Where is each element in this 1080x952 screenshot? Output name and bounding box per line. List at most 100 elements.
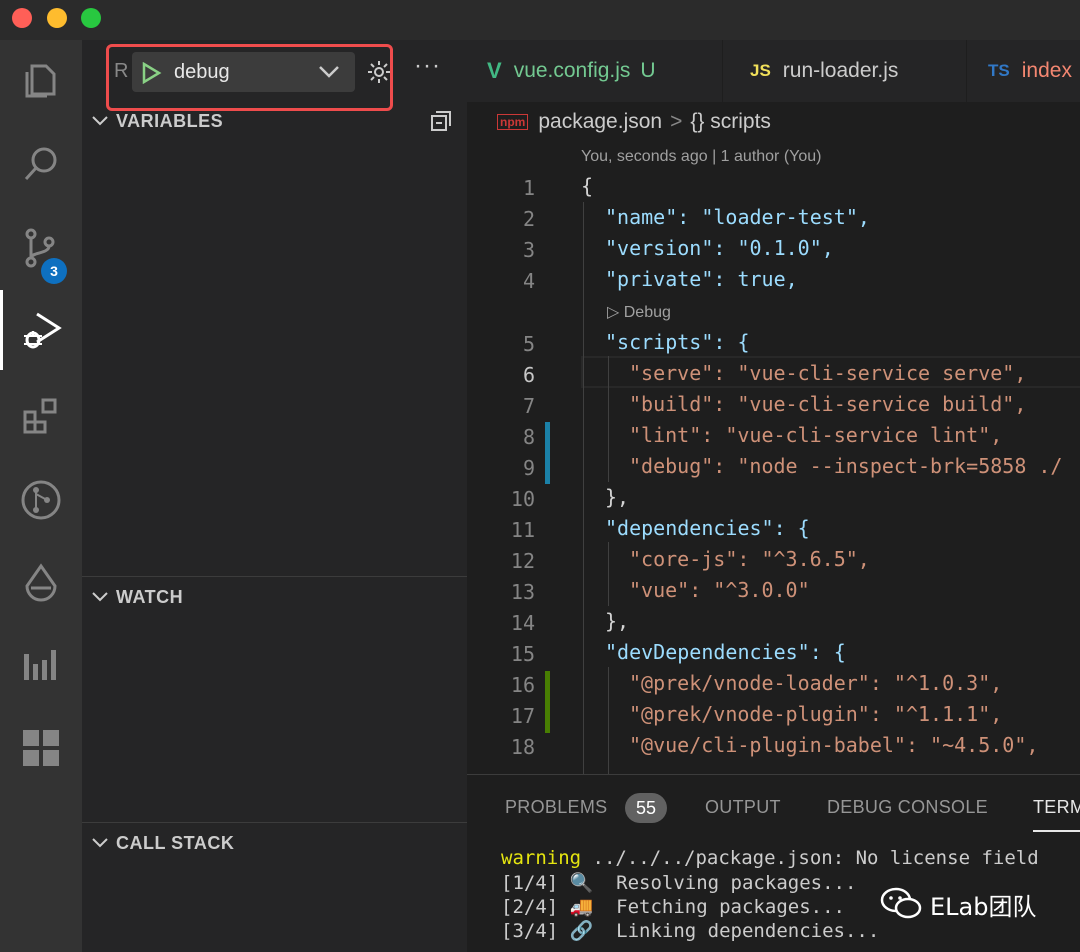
code-line: "name": "loader-test",: [605, 205, 870, 229]
gitlens-activity[interactable]: [0, 460, 82, 540]
watermark: ELab团队: [880, 880, 1060, 928]
tab-label: vue.config.js: [513, 59, 631, 82]
indent-guide: [608, 542, 609, 606]
source-control-activity[interactable]: 3: [0, 208, 82, 288]
added-gutter-marker: [545, 671, 550, 733]
tab-run-loader[interactable]: JS run-loader.js: [724, 40, 967, 102]
timeline-activity[interactable]: [0, 544, 82, 624]
tab-terminal[interactable]: TERMINAL: [1033, 797, 1080, 832]
highlight-annotation: [106, 44, 393, 111]
breadcrumb-separator: >: [670, 110, 683, 133]
js-file-icon: JS: [750, 61, 771, 80]
search-icon: [24, 147, 57, 181]
tab-problems[interactable]: PROBLEMS: [505, 797, 607, 818]
tab-index[interactable]: TS index: [968, 40, 1080, 102]
code-line: {: [581, 174, 594, 198]
bar-chart-icon: [24, 650, 56, 680]
vue-file-icon: V: [487, 58, 502, 83]
indent-guide: [583, 202, 584, 774]
breadcrumb-file[interactable]: package.json: [538, 110, 662, 134]
variables-title: VARIABLES: [116, 110, 224, 131]
run-debug-icon: [23, 312, 62, 349]
watch-section-header[interactable]: WATCH: [82, 580, 467, 614]
code-line: "serve": "vue-cli-service serve",: [629, 361, 1027, 385]
line-number: 18: [510, 735, 535, 759]
editor-tabs: V vue.config.js U JS run-loader.js TS in…: [467, 40, 1080, 102]
debug-codelens[interactable]: ▷ Debug: [607, 302, 671, 322]
line-number: 5: [522, 332, 535, 356]
breadcrumb: npm package.json > {} scripts: [467, 102, 1080, 142]
line-number: 16: [510, 673, 535, 697]
line-number: 12: [510, 549, 535, 573]
code-line: },: [605, 485, 630, 509]
modified-gutter-marker: [545, 422, 550, 484]
dashboard-activity[interactable]: [0, 708, 82, 788]
grid-icon: [23, 730, 59, 766]
line-number: 3: [522, 238, 535, 262]
code-line: "debug": "node --inspect-brk=5858 ./: [629, 454, 1063, 478]
chevron-down-icon: [92, 838, 108, 848]
line-number: 11: [510, 518, 535, 542]
collapse-all-icon[interactable]: [430, 110, 452, 132]
extensions-icon: [23, 398, 57, 434]
line-number: 17: [510, 704, 535, 728]
code-line: "devDependencies": {: [605, 640, 846, 664]
line-number: 9: [522, 456, 535, 480]
extensions-activity[interactable]: [0, 376, 82, 456]
code-line: "@vue/cli-plugin-babel": "~4.5.0",: [629, 733, 1039, 757]
section-divider: [82, 576, 467, 577]
indent-guide: [608, 356, 609, 482]
code-line: "dependencies": {: [605, 516, 810, 540]
line-number: 2: [522, 207, 535, 231]
search-activity[interactable]: [0, 124, 82, 204]
tab-vue-config[interactable]: V vue.config.js U: [467, 40, 723, 102]
code-line: "lint": "vue-cli-service lint",: [629, 423, 1003, 447]
watch-title: WATCH: [116, 586, 184, 607]
code-line: "version": "0.1.0",: [605, 236, 834, 260]
tab-output[interactable]: OUTPUT: [705, 797, 781, 818]
line-number: 15: [510, 642, 535, 666]
section-divider: [82, 822, 467, 823]
line-number: 7: [522, 394, 535, 418]
minimize-window-button[interactable]: [47, 8, 67, 28]
breadcrumb-symbol[interactable]: {} scripts: [690, 110, 771, 134]
git-blame-lens[interactable]: You, seconds ago | 1 author (You): [581, 148, 821, 166]
line-number: 10: [510, 487, 535, 511]
line-number: 6: [522, 363, 535, 387]
tab-debug-console[interactable]: DEBUG CONSOLE: [827, 797, 988, 818]
git-graph-icon: [21, 480, 61, 520]
npm-icon: npm: [497, 114, 529, 130]
explorer-activity[interactable]: [0, 40, 82, 120]
more-actions-button[interactable]: ···: [414, 52, 441, 80]
indent-guide: [608, 667, 609, 774]
code-line: "core-js": "^3.6.5",: [629, 547, 870, 571]
line-number: 4: [522, 269, 535, 293]
code-line: "@prek/vnode-plugin": "^1.1.1",: [629, 702, 1003, 726]
tab-label: run-loader.js: [782, 59, 899, 82]
code-line: "vue": "^3.0.0": [629, 578, 810, 602]
remote-explorer-icon: [25, 563, 57, 602]
files-icon: [25, 64, 56, 98]
wechat-icon: [880, 887, 922, 919]
tab-label: index: [1021, 59, 1072, 82]
code-line: "build": "vue-cli-service build",: [629, 392, 1027, 416]
terminal-line: [1/4] 🔍 Resolving packages...: [501, 872, 857, 894]
terminal-line: [2/4] 🚚 Fetching packages...: [501, 896, 845, 918]
activity-bar: 3: [0, 40, 82, 952]
terminal-line: [3/4] 🔗 Linking dependencies...: [501, 920, 880, 942]
code-line: },: [605, 609, 630, 633]
line-number: 8: [522, 425, 535, 449]
code-editor[interactable]: You, seconds ago | 1 author (You) 1 { 2 …: [467, 142, 1080, 774]
zoom-window-button[interactable]: [81, 8, 101, 28]
analytics-activity[interactable]: [0, 624, 82, 704]
line-number: 1: [522, 176, 535, 200]
title-bar: [0, 0, 1080, 40]
close-window-button[interactable]: [12, 8, 32, 28]
code-line: "@prek/vnode-loader": "^1.0.3",: [629, 671, 1003, 695]
code-line: "private": true,: [605, 267, 798, 291]
scm-badge: 3: [41, 258, 67, 284]
run-debug-activity[interactable]: [0, 290, 82, 370]
terminal-line: warning ../../../package.json: No licens…: [501, 847, 1039, 869]
call-stack-section-header[interactable]: CALL STACK: [82, 826, 467, 860]
chevron-down-icon: [92, 592, 108, 602]
